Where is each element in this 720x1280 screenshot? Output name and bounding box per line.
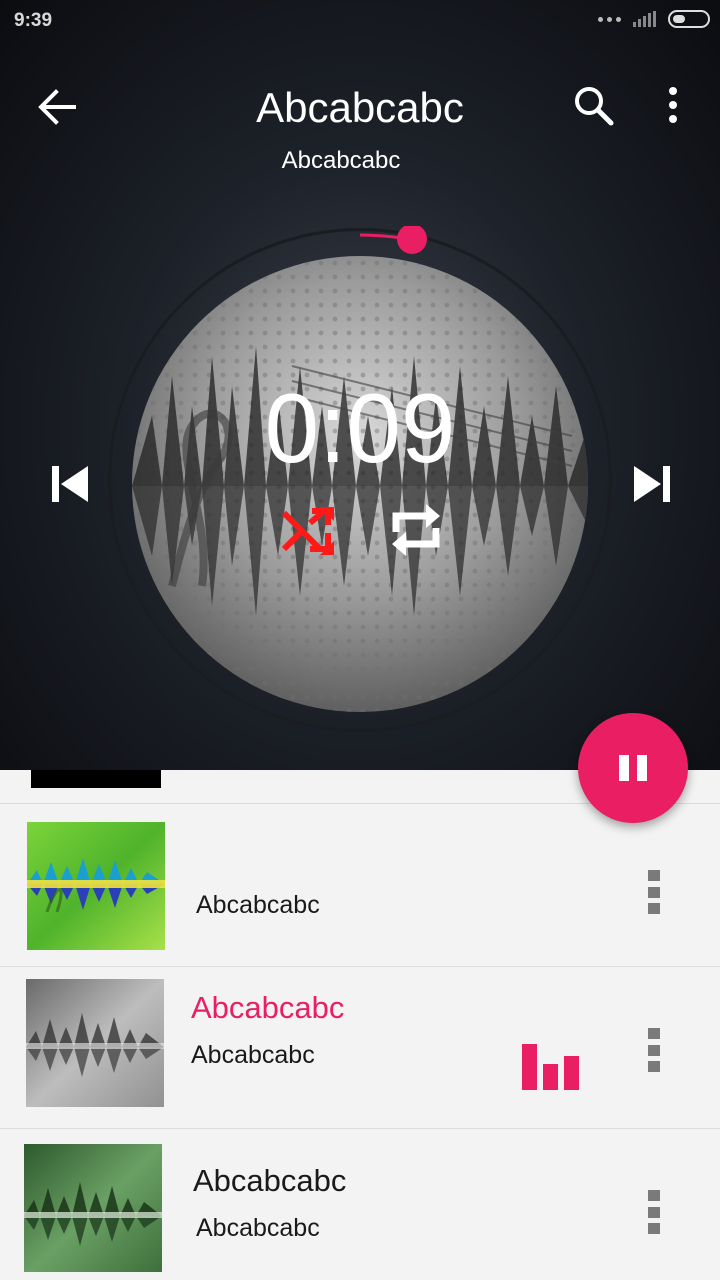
more-vert-icon[interactable] <box>648 1190 664 1234</box>
notification-dots-icon <box>598 16 621 22</box>
more-vert-icon[interactable] <box>656 84 690 128</box>
player-panel: 9:39 Abcabcabc Abcabcabc 0:09 <box>0 0 720 770</box>
song-title: Abcabcabc <box>256 84 464 131</box>
album-art-thumb <box>24 1144 162 1272</box>
skip-next-icon[interactable] <box>632 464 674 504</box>
list-header-bar <box>31 770 161 788</box>
list-item-title: Abcabcabc <box>193 1163 347 1198</box>
now-playing-equalizer-icon <box>522 1044 579 1090</box>
status-time: 9:39 <box>14 10 53 31</box>
list-item[interactable]: Abcabcabc Abcabcabc <box>0 966 720 1126</box>
list-item-artist: Abcabcabc <box>196 891 320 919</box>
list-item-artist: Abcabcabc <box>191 1041 315 1069</box>
album-art-thumb <box>26 979 164 1107</box>
artist-name: Abcabcabc <box>281 147 401 174</box>
list-item[interactable]: Abcabcabc Abcabcabc <box>0 1128 720 1280</box>
status-icons <box>598 10 710 28</box>
status-bar: 9:39 <box>0 0 720 42</box>
list-item[interactable]: Abcabcabc <box>0 806 720 966</box>
song-list: Abcabcabc Abcabcabc Abcabcabc Abcabcabc … <box>0 770 720 1280</box>
skip-previous-icon[interactable] <box>48 464 90 504</box>
back-arrow-icon[interactable] <box>36 86 78 128</box>
more-vert-icon[interactable] <box>648 870 664 914</box>
list-item-artist: Abcabcabc <box>196 1214 320 1242</box>
signal-icon <box>633 11 656 27</box>
album-art-thumb <box>27 822 165 950</box>
more-vert-icon[interactable] <box>648 1028 664 1072</box>
list-item-title: Abcabcabc <box>191 990 345 1025</box>
pause-button[interactable] <box>578 713 688 823</box>
battery-icon <box>668 10 710 28</box>
elapsed-time: 0:09 <box>264 373 456 483</box>
repeat-icon[interactable] <box>386 500 446 560</box>
search-icon[interactable] <box>572 84 616 128</box>
shuffle-icon[interactable] <box>280 505 340 561</box>
